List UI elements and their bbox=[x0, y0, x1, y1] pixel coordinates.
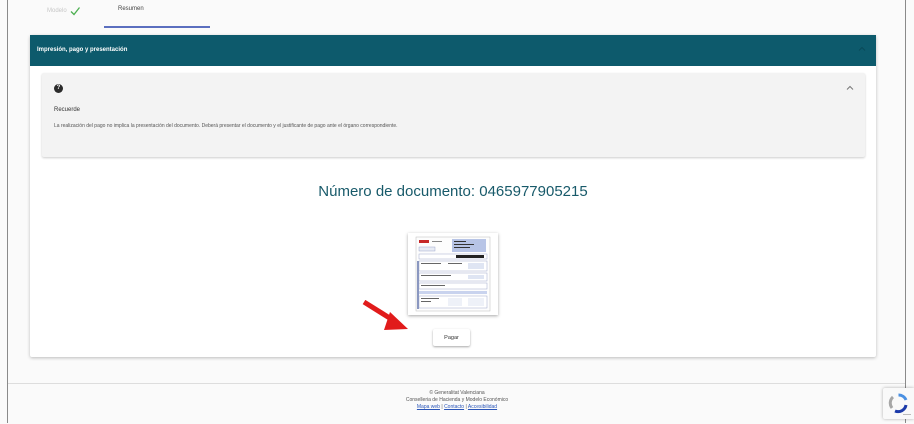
footer: © Generalitat Valenciana Conselleria de … bbox=[0, 390, 914, 411]
tab-modelo[interactable]: Modelo bbox=[47, 6, 80, 16]
red-arrow-icon bbox=[362, 300, 408, 330]
footer-link-contacto[interactable]: Contacto bbox=[444, 404, 464, 410]
footer-link-accesibilidad[interactable]: Accesibilidad bbox=[468, 404, 497, 410]
footer-link-mapa-web[interactable]: Mapa web bbox=[417, 404, 440, 410]
chevron-up-icon[interactable] bbox=[857, 44, 867, 54]
payment-card: Impresión, pago y presentación ? Recuerd… bbox=[30, 35, 876, 357]
footer-copyright: © Generalitat Valenciana bbox=[429, 390, 485, 396]
section-header[interactable]: Impresión, pago y presentación bbox=[30, 35, 876, 66]
document-number-label: Número de documento: bbox=[318, 183, 476, 200]
section-title: Impresión, pago y presentación bbox=[37, 47, 128, 53]
footer-separator: | bbox=[465, 404, 467, 410]
chevron-up-icon[interactable] bbox=[845, 83, 855, 93]
document-number-heading: Número de documento: 0465977905215 bbox=[30, 183, 876, 200]
checkmark-icon bbox=[70, 7, 80, 16]
document-number-value: 0465977905215 bbox=[479, 183, 588, 200]
reminder-text: La realización del pago no implica la pr… bbox=[54, 123, 398, 129]
footer-department: Conselleria de Hacienda y Modelo Económi… bbox=[405, 397, 509, 403]
active-tab-indicator bbox=[104, 26, 210, 28]
footer-links: Mapa web | Contacto | Accesibilidad bbox=[0, 404, 914, 411]
recaptcha-badge[interactable] bbox=[883, 388, 914, 419]
reminder-title: Recuerde bbox=[54, 107, 81, 113]
tab-modelo-label: Modelo bbox=[47, 8, 67, 14]
window-border-right bbox=[905, 0, 906, 423]
footer-divider bbox=[8, 383, 905, 384]
tab-resumen-label: Resumen bbox=[118, 6, 144, 12]
pay-button[interactable]: Pagar bbox=[433, 329, 470, 346]
help-icon: ? bbox=[54, 84, 63, 93]
tab-resumen[interactable]: Resumen bbox=[118, 6, 144, 12]
reminder-panel: ? Recuerde La realización del pago no im… bbox=[42, 73, 865, 157]
step-tabs: Modelo Resumen bbox=[30, 0, 876, 30]
recaptcha-icon bbox=[888, 393, 911, 415]
footer-separator: | bbox=[441, 404, 443, 410]
window-border-left bbox=[7, 0, 8, 423]
